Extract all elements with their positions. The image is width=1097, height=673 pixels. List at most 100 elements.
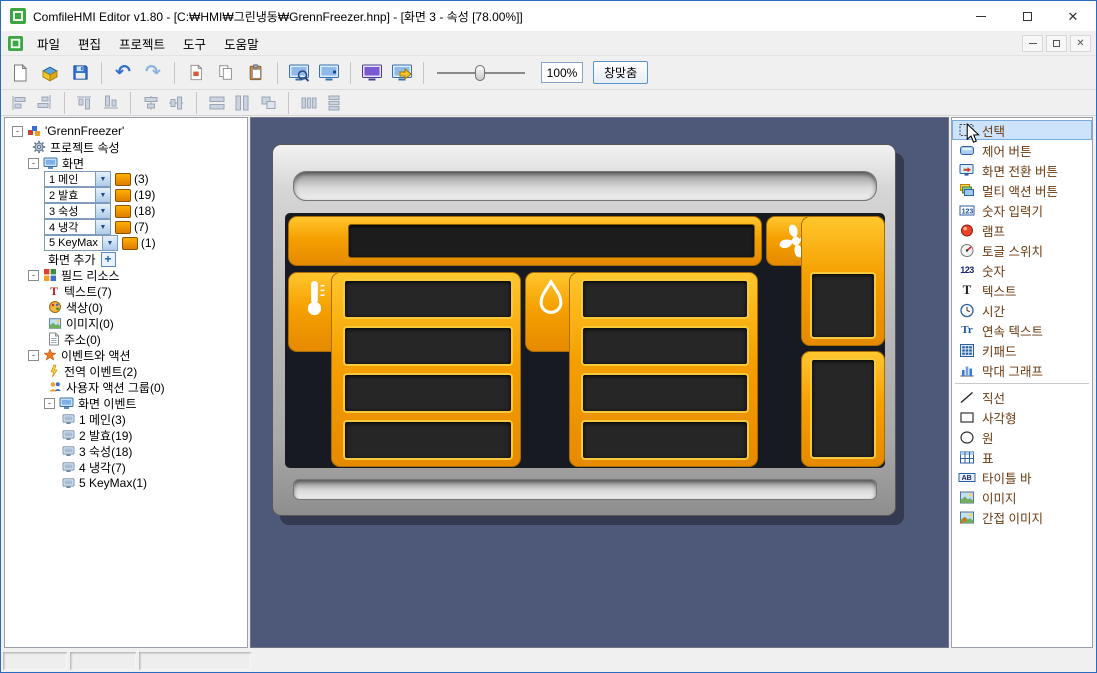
screen-name-combo[interactable]: 1 메인 bbox=[44, 171, 96, 187]
tree-item-image-resource[interactable]: 이미지(0) bbox=[48, 315, 247, 331]
menu-file[interactable]: 파일 bbox=[28, 30, 69, 57]
palette-tool-toggle-switch[interactable]: 토글 스위치 bbox=[952, 240, 1092, 260]
tree-screen-event-4[interactable]: 4 냉각(7) bbox=[62, 459, 247, 475]
screen-events-label[interactable]: 화면 이벤트 bbox=[78, 395, 137, 412]
tree-expander[interactable]: - bbox=[28, 350, 39, 361]
tree-expander[interactable]: - bbox=[28, 270, 39, 281]
tree-expander[interactable]: - bbox=[12, 126, 23, 137]
tree-item-address-resource[interactable]: 주소(0) bbox=[48, 331, 247, 347]
palette-tool-number[interactable]: 123 숫자 bbox=[952, 260, 1092, 280]
user-action-groups-label[interactable]: 사용자 액션 그룹(0) bbox=[66, 379, 165, 396]
chevron-down-icon[interactable]: ▼ bbox=[96, 219, 111, 235]
design-canvas[interactable] bbox=[250, 117, 949, 648]
tree-screen-event-5[interactable]: 5 KeyMax(1) bbox=[62, 475, 247, 491]
tree-group-events[interactable]: - 이벤트와 액션 bbox=[28, 347, 247, 363]
color-resource-label[interactable]: 색상(0) bbox=[66, 299, 103, 316]
download-to-device-button[interactable] bbox=[388, 59, 416, 87]
hmi-temp-cell-4[interactable] bbox=[343, 420, 513, 460]
tree-root[interactable]: - 'GrennFreezer' bbox=[12, 123, 247, 139]
global-events-label[interactable]: 전역 이벤트(2) bbox=[64, 363, 137, 380]
tree-screen-1[interactable]: 1 메인▼ (3) bbox=[44, 171, 247, 187]
hmi-temp-cell-3[interactable] bbox=[343, 373, 513, 413]
palette-tool-lamp[interactable]: 램프 bbox=[952, 220, 1092, 240]
hmi-top-display-bar[interactable] bbox=[293, 171, 877, 201]
palette-tool-line[interactable]: 직선 bbox=[952, 387, 1092, 407]
tree-item-user-action-groups[interactable]: 사용자 액션 그룹(0) bbox=[48, 379, 247, 395]
same-width-button[interactable] bbox=[205, 93, 228, 112]
save-button[interactable] bbox=[66, 59, 94, 87]
screen-name-combo[interactable]: 3 숙성 bbox=[44, 203, 96, 219]
hmi-humidity-cell-3[interactable] bbox=[581, 373, 749, 413]
palette-tool-title-bar[interactable]: AB 타이틀 바 bbox=[952, 467, 1092, 487]
hmi-screen-design[interactable] bbox=[272, 144, 896, 516]
palette-tool-keypad[interactable]: 키패드 bbox=[952, 340, 1092, 360]
tree-add-screen[interactable]: 화면 추가 + bbox=[48, 251, 247, 267]
tree-expander[interactable]: - bbox=[28, 158, 39, 169]
screen-event-label[interactable]: 2 발효(19) bbox=[79, 427, 132, 444]
hmi-temp-cell-1[interactable] bbox=[343, 279, 513, 319]
screen-event-label[interactable]: 5 KeyMax(1) bbox=[79, 476, 147, 490]
events-group-label[interactable]: 이벤트와 액션 bbox=[61, 347, 131, 364]
tree-screen-event-2[interactable]: 2 발효(19) bbox=[62, 427, 247, 443]
hmi-bottom-display-bar[interactable] bbox=[293, 479, 877, 500]
align-center-vertical-button[interactable] bbox=[167, 91, 186, 114]
tree-screen-2[interactable]: 2 발효▼ (19) bbox=[44, 187, 247, 203]
screen-event-label[interactable]: 3 숙성(18) bbox=[79, 443, 132, 460]
chevron-down-icon[interactable]: ▼ bbox=[96, 187, 111, 203]
mdi-restore-button[interactable] bbox=[1046, 35, 1067, 52]
fit-window-button[interactable]: 창맞춤 bbox=[593, 61, 648, 84]
tree-screen-3[interactable]: 3 숙성▼ (18) bbox=[44, 203, 247, 219]
distribute-horizontal-button[interactable] bbox=[297, 93, 320, 112]
palette-tool-bar-graph[interactable]: 막대 그래프 bbox=[952, 360, 1092, 380]
tree-screen-5[interactable]: 5 KeyMax▼ (1) bbox=[44, 235, 247, 251]
cut-button[interactable] bbox=[182, 59, 210, 87]
screen-event-label[interactable]: 1 메인(3) bbox=[79, 411, 126, 428]
menu-edit[interactable]: 편집 bbox=[69, 30, 110, 57]
align-left-button[interactable] bbox=[7, 93, 30, 112]
menu-help[interactable]: 도움말 bbox=[215, 30, 268, 57]
redo-button[interactable]: ↷ bbox=[139, 59, 167, 87]
add-screen-button[interactable]: + bbox=[101, 252, 116, 267]
hmi-humidity-cell-4[interactable] bbox=[581, 420, 749, 460]
hmi-temp-cell-2[interactable] bbox=[343, 326, 513, 366]
field-resources-label[interactable]: 필드 리소스 bbox=[61, 267, 120, 284]
align-right-button[interactable] bbox=[33, 93, 56, 112]
add-screen-label[interactable]: 화면 추가 bbox=[48, 251, 96, 268]
chevron-down-icon[interactable]: ▼ bbox=[96, 203, 111, 219]
zoom-slider[interactable] bbox=[435, 63, 527, 83]
address-resource-label[interactable]: 주소(0) bbox=[64, 331, 101, 348]
image-resource-label[interactable]: 이미지(0) bbox=[66, 315, 114, 332]
text-resource-label[interactable]: 텍스트(7) bbox=[64, 283, 112, 300]
palette-tool-rectangle[interactable]: 사각형 bbox=[952, 407, 1092, 427]
palette-tool-image[interactable]: 이미지 bbox=[952, 487, 1092, 507]
copy-button[interactable] bbox=[212, 59, 240, 87]
hmi-humidity-cell-1[interactable] bbox=[581, 279, 749, 319]
tree-item-project-properties[interactable]: 프로젝트 속성 bbox=[32, 139, 247, 155]
screens-group-label[interactable]: 화면 bbox=[62, 155, 84, 172]
palette-tool-screen-switch-button[interactable]: 화면 전환 버튼 bbox=[952, 160, 1092, 180]
tree-item-global-events[interactable]: 전역 이벤트(2) bbox=[48, 363, 247, 379]
open-project-button[interactable] bbox=[36, 59, 64, 87]
project-properties-label[interactable]: 프로젝트 속성 bbox=[50, 139, 120, 156]
align-center-horizontal-button[interactable] bbox=[139, 93, 162, 112]
palette-tool-text[interactable]: T 텍스트 bbox=[952, 280, 1092, 300]
simulate-button[interactable] bbox=[358, 59, 386, 87]
minimize-button[interactable] bbox=[958, 1, 1004, 31]
hmi-fan-value-cell[interactable] bbox=[810, 272, 876, 339]
zoom-level-input[interactable]: 100% bbox=[541, 62, 583, 83]
tree-group-field-resources[interactable]: - 필드 리소스 bbox=[28, 267, 247, 283]
same-size-button[interactable] bbox=[257, 93, 280, 112]
undo-button[interactable]: ↶ bbox=[109, 59, 137, 87]
mdi-close-button[interactable]: ✕ bbox=[1070, 35, 1091, 52]
preview-button[interactable] bbox=[285, 59, 313, 87]
close-button[interactable]: ✕ bbox=[1050, 1, 1096, 31]
zoom-preview-button[interactable] bbox=[315, 59, 343, 87]
screen-event-label[interactable]: 4 냉각(7) bbox=[79, 459, 126, 476]
tree-group-screen-events[interactable]: - 화면 이벤트 bbox=[44, 395, 247, 411]
screen-name-combo[interactable]: 5 KeyMax bbox=[44, 235, 103, 251]
menu-tools[interactable]: 도구 bbox=[174, 30, 215, 57]
tree-expander[interactable]: - bbox=[44, 398, 55, 409]
palette-tool-time[interactable]: 시간 bbox=[952, 300, 1092, 320]
palette-tool-circle[interactable]: 원 bbox=[952, 427, 1092, 447]
hmi-right-lower-cell[interactable] bbox=[810, 358, 876, 459]
